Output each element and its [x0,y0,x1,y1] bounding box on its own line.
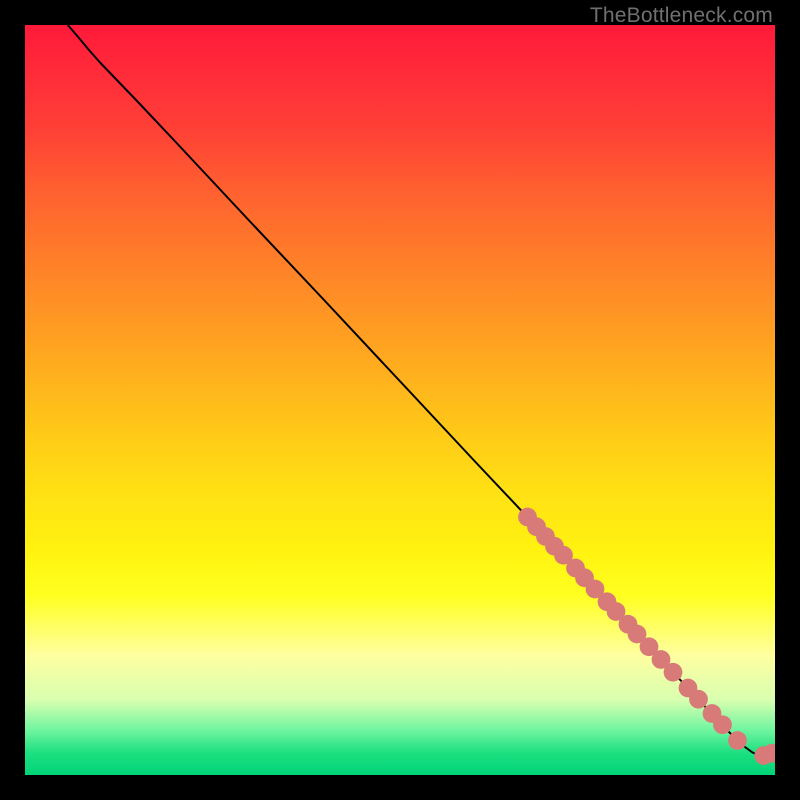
chart-markers [518,508,775,765]
data-marker [679,679,698,698]
data-marker [713,715,732,734]
data-marker [754,746,773,765]
chart-plot-area [25,25,775,775]
watermark-text: TheBottleneck.com [590,4,773,28]
chart-svg [25,25,775,775]
data-marker [545,537,564,556]
data-marker [536,527,555,546]
data-marker [518,508,537,527]
data-marker [640,637,659,656]
data-marker [566,559,585,578]
data-marker [554,546,573,565]
data-marker [628,625,647,644]
data-marker [575,568,594,587]
chart-curve [68,25,774,756]
data-marker [619,615,638,634]
data-marker [527,517,546,536]
data-marker [607,602,626,621]
data-marker [763,744,775,763]
data-marker [586,580,605,599]
data-marker [664,663,683,682]
data-marker [598,592,617,611]
data-marker [703,704,722,723]
data-marker [652,650,671,669]
data-marker [728,731,747,750]
data-marker [689,690,708,709]
